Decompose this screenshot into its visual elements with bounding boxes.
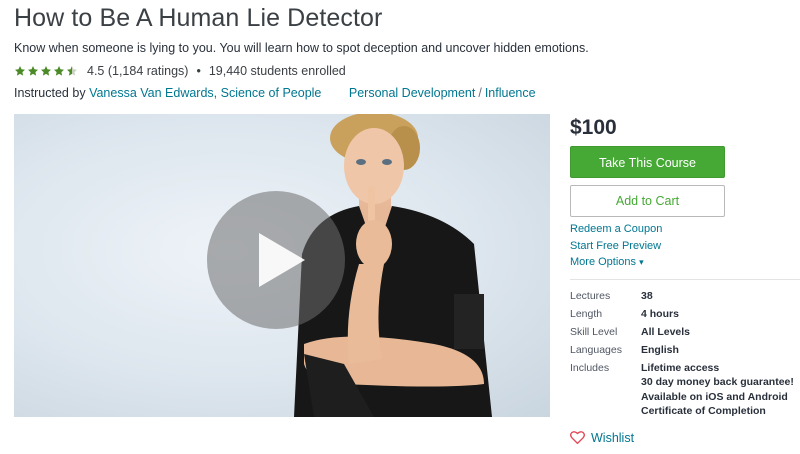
star-icon (54, 66, 64, 76)
spec-value: All Levels (641, 325, 691, 338)
separator-dot: • (196, 64, 201, 78)
sidebar-links: Redeem a Coupon Start Free Preview More … (570, 221, 800, 271)
take-course-button[interactable]: Take This Course (570, 146, 725, 178)
star-icon (15, 66, 25, 76)
wishlist-label: Wishlist (591, 430, 635, 445)
play-icon (259, 233, 305, 287)
course-preview-video[interactable] (14, 114, 550, 417)
spec-value: 4 hours (641, 307, 679, 320)
half-star-icon (67, 66, 77, 76)
rating-text: 4.5 (1,184 ratings) (87, 64, 189, 78)
spec-value: English (641, 343, 679, 356)
include-item: 30 day money back guarantee! (641, 376, 794, 388)
include-item: Available on iOS and Android (641, 390, 788, 403)
divider (570, 278, 800, 280)
course-subtitle: Know when someone is lying to you. You w… (14, 41, 589, 55)
instructor-link[interactable]: Vanessa Van Edwards, Science of People (89, 86, 321, 100)
includes-list: Lifetime access 30 day money back guaran… (641, 359, 794, 419)
more-options-label: More Options (570, 256, 637, 268)
star-icon (41, 66, 51, 76)
add-to-cart-button[interactable]: Add to Cart (570, 185, 725, 217)
spec-row-skill-level: Skill Level All Levels (570, 323, 800, 341)
include-item: Lifetime access (641, 361, 720, 374)
spec-row-length: Length 4 hours (570, 305, 800, 323)
spec-row-includes: Includes Lifetime access 30 day money ba… (570, 359, 800, 419)
rating-stars (14, 65, 79, 77)
spec-key: Includes (570, 361, 610, 374)
start-free-preview-link[interactable]: Start Free Preview (570, 238, 800, 255)
instructor-row: Instructed by Vanessa Van Edwards, Scien… (14, 86, 536, 100)
redeem-coupon-link[interactable]: Redeem a Coupon (570, 221, 800, 238)
breadcrumb-separator: / (478, 86, 482, 100)
spec-key: Length (570, 307, 603, 320)
rating-row: 4.5 (1,184 ratings) • 19,440 students en… (14, 63, 346, 79)
category-link[interactable]: Personal Development (349, 86, 475, 100)
spec-row-lectures: Lectures 38 (570, 287, 800, 305)
play-button[interactable] (207, 191, 345, 329)
purchase-sidebar: $100 Take This Course Add to Cart Redeem… (570, 114, 800, 445)
wishlist-button[interactable]: Wishlist (570, 431, 800, 445)
heart-icon (570, 431, 585, 444)
spec-key: Languages (570, 343, 622, 356)
students-enrolled: 19,440 students enrolled (208, 64, 346, 78)
more-options-link[interactable]: More Options ▾ (570, 254, 800, 271)
star-icon (28, 66, 38, 76)
course-price: $100 (570, 116, 617, 139)
subcategory-link[interactable]: Influence (485, 86, 536, 100)
include-item: Certificate of Completion (641, 405, 766, 417)
spec-key: Skill Level (570, 325, 618, 338)
instructed-by-label: Instructed by (14, 86, 86, 100)
caret-down-icon: ▾ (639, 257, 644, 267)
spec-row-languages: Languages English (570, 341, 800, 359)
spec-value: 38 (641, 289, 653, 302)
course-title: How to Be A Human Lie Detector (14, 4, 383, 32)
spec-key: Lectures (570, 289, 611, 302)
course-specs: Lectures 38 Length 4 hours Skill Level A… (570, 287, 800, 419)
